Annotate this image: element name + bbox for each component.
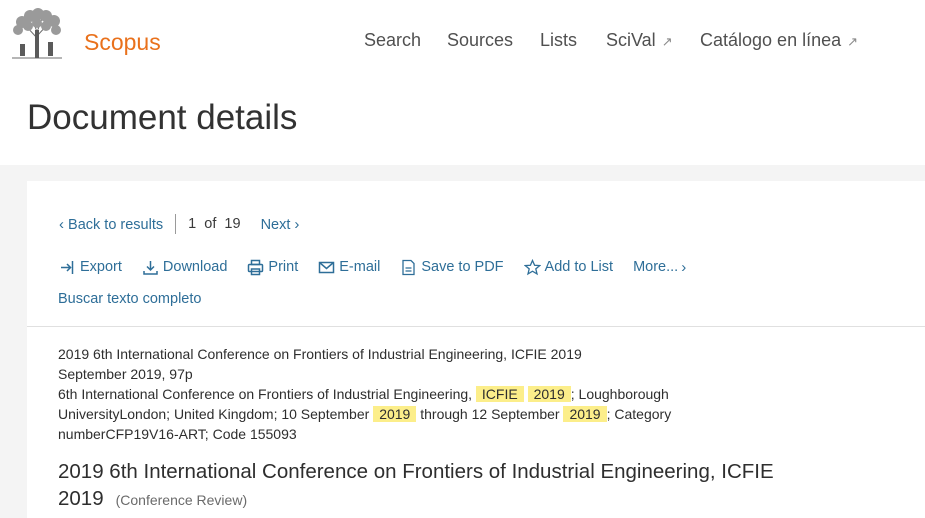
email-button[interactable]: E-mail: [318, 259, 380, 276]
search-highlight: ICFIE: [475, 386, 524, 402]
source-date: September 2019, 97p: [58, 366, 193, 382]
pager-divider: [175, 214, 177, 234]
document-toolbar: Export Download Print E-mail Save to PDF…: [59, 256, 706, 278]
export-button[interactable]: Export: [59, 259, 122, 276]
search-highlight: 2019: [527, 386, 571, 402]
results-pager: ‹ Back to results 1 of 19 Next ›: [59, 213, 299, 235]
top-header: Scopus Search Sources Lists SciVal ↗ Catá…: [0, 0, 925, 165]
chevron-right-icon: ›: [681, 258, 687, 276]
search-highlight: 2019: [563, 406, 607, 422]
nav-catalogo[interactable]: Catálogo en línea ↗: [700, 30, 858, 51]
external-link-icon: ↗: [847, 34, 859, 49]
page-title: Document details: [27, 98, 298, 137]
external-link-icon: ↗: [661, 34, 673, 49]
main-nav: Search Sources Lists SciVal ↗ Catálogo en…: [0, 30, 925, 56]
pdf-icon: [402, 259, 415, 275]
source-title: 2019 6th International Conference on Fro…: [58, 346, 582, 362]
nav-scival[interactable]: SciVal ↗: [606, 30, 673, 51]
document-card: ‹ Back to results 1 of 19 Next › Export …: [27, 181, 925, 518]
print-button[interactable]: Print: [247, 259, 298, 276]
next-result-link[interactable]: Next ›: [261, 216, 300, 233]
star-icon: [523, 258, 541, 275]
search-highlight: 2019: [373, 406, 417, 422]
full-text-search-link[interactable]: Buscar texto completo: [58, 291, 201, 307]
chevron-right-icon: ›: [294, 215, 300, 233]
result-position: 1 of 19: [188, 216, 241, 232]
more-button[interactable]: More... ›: [633, 259, 686, 276]
chevron-left-icon: ‹: [59, 215, 64, 233]
export-icon: [61, 260, 74, 274]
printer-icon: [248, 259, 264, 275]
nav-sources[interactable]: Sources: [447, 30, 513, 51]
add-to-list-button[interactable]: Add to List: [523, 258, 613, 276]
nav-search[interactable]: Search: [364, 30, 421, 51]
source-info: 2019 6th International Conference on Fro…: [58, 344, 758, 444]
document-type: (Conference Review): [115, 492, 248, 508]
download-button[interactable]: Download: [142, 259, 227, 276]
conference-info: 6th International Conference on Frontier…: [58, 386, 672, 442]
section-divider: [27, 326, 925, 327]
back-to-results-link[interactable]: ‹ Back to results: [59, 216, 163, 233]
save-to-pdf-button[interactable]: Save to PDF: [400, 259, 504, 276]
document-title: 2019 6th International Conference on Fro…: [58, 460, 774, 510]
download-icon: [143, 260, 158, 275]
nav-lists[interactable]: Lists: [540, 30, 577, 51]
email-icon: [319, 261, 335, 273]
